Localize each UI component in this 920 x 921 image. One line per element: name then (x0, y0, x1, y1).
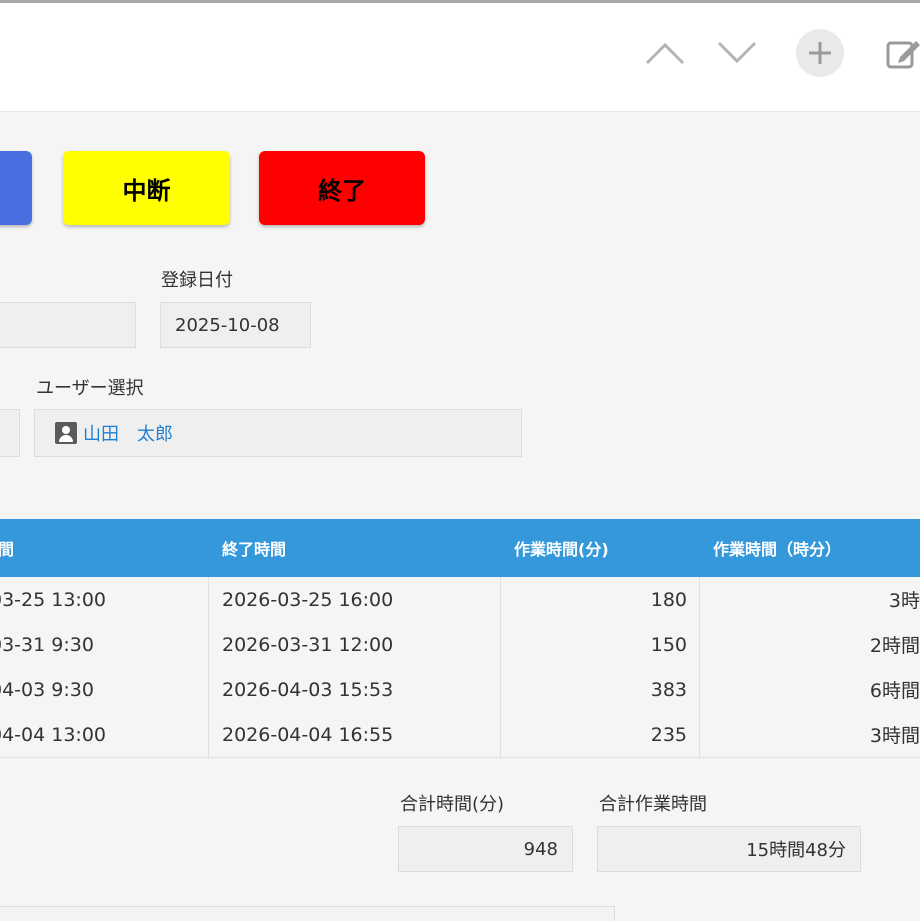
user-select-field[interactable]: 山田 太郎 (34, 409, 522, 457)
column-divider (208, 577, 209, 759)
start-button[interactable] (0, 151, 32, 225)
work-minutes-cell: 150 (650, 633, 687, 656)
date-field[interactable]: 2025-10-08 (160, 302, 311, 348)
end-time-cell: 2026-03-31 12:00 (222, 633, 394, 656)
column-header-work-hours: 作業時間（時分） (713, 540, 842, 559)
start-time-cell: 04-03 9:30 (0, 678, 94, 701)
column-header-start-time: 間 (0, 540, 15, 559)
total-minutes-label: 合計時間(分) (400, 794, 505, 815)
table-row: 04-03 9:30 2026-04-03 15:53 383 6時間 (0, 667, 920, 713)
end-time-cell: 2026-04-04 16:55 (222, 723, 394, 746)
end-button[interactable]: 終了 (259, 151, 425, 225)
work-hours-cell: 6時間 (869, 680, 920, 702)
cropped-field[interactable] (0, 409, 20, 457)
table-row: 03-31 9:30 2026-03-31 12:00 150 2時間 (0, 622, 920, 668)
plus-icon[interactable] (796, 29, 844, 77)
work-minutes-cell: 180 (650, 588, 687, 611)
chevron-down-icon[interactable] (714, 33, 760, 73)
record-toolbar (0, 3, 920, 112)
start-time-cell: 03-25 13:00 (0, 588, 107, 611)
table-row: 03-25 13:00 2026-03-25 16:00 180 3時 (0, 577, 920, 623)
total-work-label: 合計作業時間 (599, 794, 707, 815)
work-minutes-cell: 383 (650, 678, 687, 701)
column-header-end-time: 終了時間 (222, 540, 287, 559)
start-time-cell: 03-31 9:30 (0, 633, 94, 656)
work-hours-cell: 2時間 (869, 635, 920, 657)
total-minutes-field: 948 (398, 826, 573, 872)
date-label: 登録日付 (161, 270, 233, 291)
work-hours-cell: 3時 (888, 590, 920, 612)
next-field-edge (0, 906, 615, 921)
column-divider (699, 577, 700, 759)
edit-icon[interactable] (880, 31, 920, 75)
user-select-label: ユーザー選択 (36, 378, 144, 399)
column-divider (500, 577, 501, 759)
start-time-cell: 04-04 13:00 (0, 723, 107, 746)
end-time-cell: 2026-03-25 16:00 (222, 588, 394, 611)
pause-button[interactable]: 中断 (63, 151, 230, 225)
work-hours-cell: 3時間 (869, 725, 920, 747)
table-header: 間 終了時間 作業時間(分) 作業時間（時分） (0, 519, 920, 577)
column-header-work-minutes: 作業時間(分) (514, 540, 609, 559)
user-name-link[interactable]: 山田 太郎 (83, 420, 173, 446)
end-time-cell: 2026-04-03 15:53 (222, 678, 394, 701)
total-work-field: 15時間48分 (597, 826, 861, 872)
work-minutes-cell: 235 (650, 723, 687, 746)
chevron-up-icon[interactable] (642, 33, 688, 73)
user-icon (55, 422, 77, 444)
cropped-field[interactable] (0, 302, 136, 348)
table-row: 04-04 13:00 2026-04-04 16:55 235 3時間 (0, 712, 920, 758)
